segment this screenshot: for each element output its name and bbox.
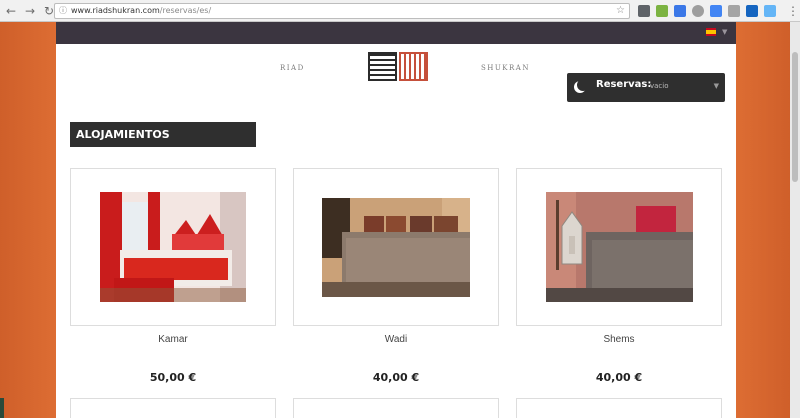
site-logo[interactable]: [368, 52, 428, 82]
bedroom-key-image: [546, 192, 693, 302]
room-card-next[interactable]: [516, 398, 722, 418]
spain-flag-icon[interactable]: [706, 28, 716, 36]
right-background: [736, 22, 790, 418]
eyedropper-extension-icon[interactable]: [638, 5, 650, 17]
bookmark-star-icon[interactable]: ☆: [616, 4, 625, 18]
page-viewport: ▼ RIAD SHUKRAN Reservas: vacio ▼ ALOJAMI…: [0, 22, 800, 418]
room-card-next[interactable]: [293, 398, 499, 418]
left-background: [0, 22, 56, 418]
menu-icon[interactable]: ⋮: [785, 3, 800, 19]
section-title: ALOJAMIENTOS DESTACADOS: [70, 122, 256, 166]
android-extension-icon[interactable]: [656, 5, 668, 17]
room-name-shems[interactable]: Shems: [516, 334, 722, 345]
room-name-wadi[interactable]: Wadi: [293, 334, 499, 345]
room-price-shems: 40,00 €: [595, 371, 643, 384]
site-topbar: ▼: [56, 22, 736, 44]
room-price-wadi: 40,00 €: [372, 371, 420, 384]
url-domain: www.riadshukran.com: [71, 6, 160, 15]
reservas-dropdown[interactable]: Reservas: vacio ▼: [567, 73, 725, 102]
room-photo-wadi[interactable]: [322, 198, 470, 297]
scrollbar-thumb[interactable]: [792, 52, 798, 182]
reservas-label: Reservas:: [596, 79, 652, 90]
browser-toolbar: ← → ↻ ⓘ www.riadshukran.com/reservas/es/…: [0, 0, 800, 22]
badge-extension-icon[interactable]: [746, 5, 758, 17]
room-photo-shems[interactable]: [546, 192, 693, 302]
address-bar[interactable]: ⓘ www.riadshukran.com/reservas/es/ ☆: [54, 3, 630, 19]
w-extension-icon[interactable]: [728, 5, 740, 17]
weather-extension-icon[interactable]: [764, 5, 776, 17]
bedroom-red-image: [100, 192, 246, 302]
room-card-wadi[interactable]: [293, 168, 499, 326]
back-icon[interactable]: ←: [3, 3, 19, 19]
room-price-kamar: 50,00 €: [149, 371, 197, 384]
logo-mark-red: [399, 52, 428, 81]
chevron-down-icon: ▼: [713, 82, 719, 90]
corner-element: [0, 398, 4, 418]
blue-extension-icon[interactable]: [674, 5, 686, 17]
logo-mark-black: [368, 52, 397, 81]
forward-icon[interactable]: →: [22, 3, 38, 19]
room-card-next[interactable]: [70, 398, 276, 418]
page-info-icon[interactable]: ⓘ: [59, 4, 67, 18]
language-caret-icon[interactable]: ▼: [722, 28, 727, 36]
room-card-shems[interactable]: [516, 168, 722, 326]
page-scrollbar[interactable]: [790, 22, 800, 418]
room-card-kamar[interactable]: [70, 168, 276, 326]
room-name-kamar[interactable]: Kamar: [70, 334, 276, 345]
gray-extension-icon[interactable]: [692, 5, 704, 17]
bedroom-brown-image: [322, 198, 470, 297]
room-photo-kamar[interactable]: [100, 192, 246, 302]
nav-shukran[interactable]: SHUKRAN: [481, 64, 530, 72]
nav-riad[interactable]: RIAD: [280, 64, 305, 72]
translate-extension-icon[interactable]: [710, 5, 722, 17]
reservas-value: vacio: [650, 82, 669, 90]
moon-icon: [577, 79, 589, 91]
url-path: /reservas/es/: [159, 6, 212, 15]
site-container: ▼ RIAD SHUKRAN Reservas: vacio ▼ ALOJAMI…: [56, 22, 736, 418]
